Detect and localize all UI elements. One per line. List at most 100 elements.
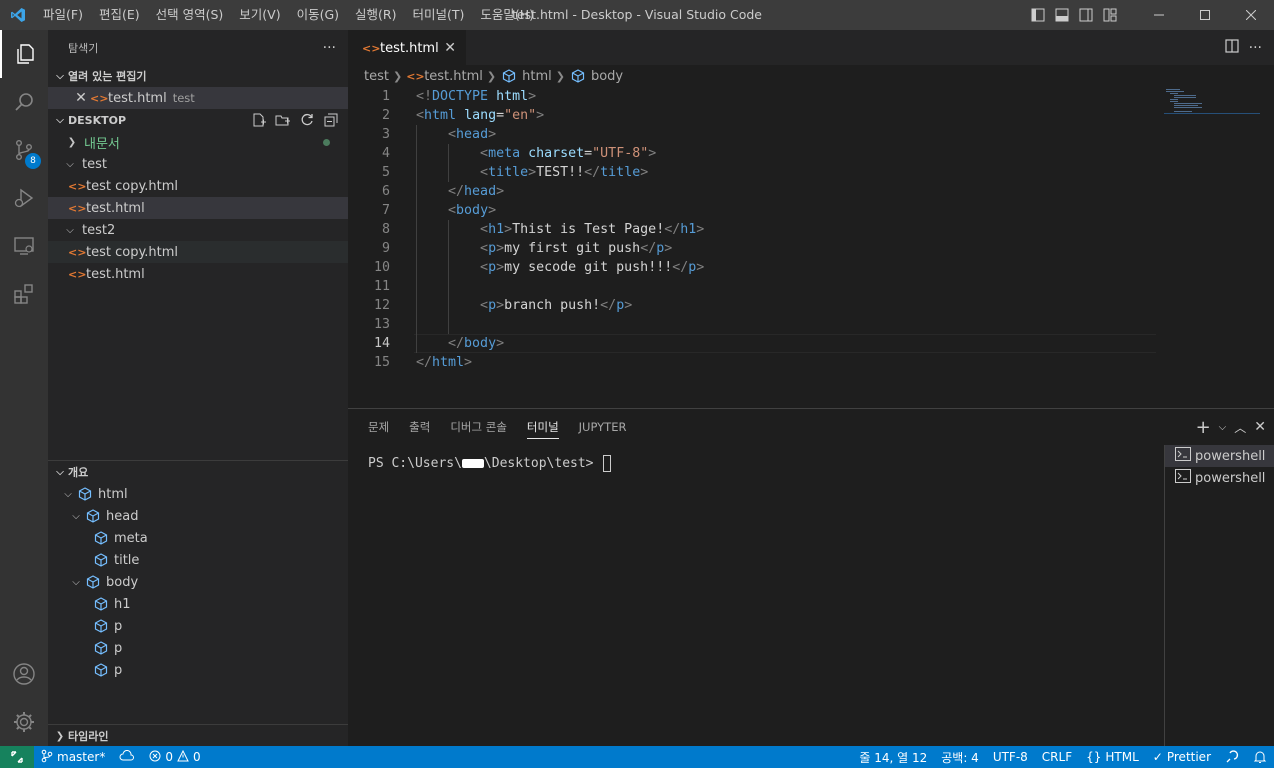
code-line[interactable]: 4 <meta charset="UTF-8"> bbox=[348, 144, 1148, 163]
tab-debug-console[interactable]: 디버그 콘솔 bbox=[440, 409, 517, 445]
code-line[interactable]: 11 bbox=[348, 277, 1148, 296]
menu-terminal[interactable]: 터미널(T) bbox=[405, 0, 473, 30]
indentation[interactable]: 공백: 4 bbox=[934, 746, 986, 768]
outline-item[interactable]: meta bbox=[48, 527, 348, 549]
new-folder-icon[interactable] bbox=[274, 111, 292, 129]
code-line[interactable]: 2 <html lang="en"> bbox=[348, 106, 1148, 125]
breadcrumb-item[interactable]: test bbox=[364, 69, 389, 84]
outline-item[interactable]: ⌵ body bbox=[48, 571, 348, 593]
close-window-icon[interactable] bbox=[1228, 0, 1274, 30]
tree-item-file[interactable]: <> test copy.html bbox=[48, 175, 348, 197]
code-line[interactable]: 7 <body> bbox=[348, 201, 1148, 220]
code-line[interactable]: 10 <p>my secode git push!!!</p> bbox=[348, 258, 1148, 277]
menu-edit[interactable]: 편집(E) bbox=[91, 0, 148, 30]
code-line[interactable]: 6 </head> bbox=[348, 182, 1148, 201]
tree-item-folder[interactable]: ❯ 내문서 bbox=[48, 131, 348, 153]
outline-item[interactable]: p bbox=[48, 659, 348, 681]
language-mode[interactable]: {} HTML bbox=[1079, 746, 1146, 768]
code-line[interactable]: 12 <p>branch push!</p> bbox=[348, 296, 1148, 315]
workspace-header[interactable]: ⌵ DESKTOP bbox=[48, 109, 348, 131]
tree-item-folder[interactable]: ⌵ test bbox=[48, 153, 348, 175]
toggle-secondary-sidebar-icon[interactable] bbox=[1074, 0, 1098, 30]
breadcrumb-item[interactable]: test.html bbox=[424, 69, 483, 84]
new-file-icon[interactable] bbox=[250, 111, 268, 129]
terminal-instance[interactable]: powershell bbox=[1165, 467, 1274, 489]
code-line[interactable]: 8 <h1>Thist is Test Page!</h1> bbox=[348, 220, 1148, 239]
breadcrumb-item[interactable]: body bbox=[591, 69, 623, 84]
split-editor-icon[interactable] bbox=[1225, 38, 1239, 57]
maximize-panel-icon[interactable]: ︿ bbox=[1234, 419, 1246, 436]
cursor-position[interactable]: 줄 14, 열 12 bbox=[852, 746, 934, 768]
editor-tab-test-html[interactable]: <> test.html ✕ bbox=[348, 30, 466, 65]
end-of-line[interactable]: CRLF bbox=[1035, 746, 1079, 768]
outline-item[interactable]: ⌵ html bbox=[48, 483, 348, 505]
collapse-all-icon[interactable] bbox=[322, 111, 340, 129]
tab-problems[interactable]: 문제 bbox=[358, 409, 399, 445]
menu-view[interactable]: 보기(V) bbox=[231, 0, 288, 30]
tab-terminal[interactable]: 터미널 bbox=[517, 409, 569, 445]
menu-go[interactable]: 이동(G) bbox=[289, 0, 347, 30]
customize-layout-icon[interactable] bbox=[1098, 0, 1122, 30]
maximize-icon[interactable] bbox=[1182, 0, 1228, 30]
tree-item-folder[interactable]: ⌵ test2 bbox=[48, 219, 348, 241]
new-terminal-icon[interactable]: + bbox=[1196, 417, 1211, 438]
toggle-sidebar-icon[interactable] bbox=[1026, 0, 1050, 30]
code-line[interactable]: 1 <!DOCTYPE html> bbox=[348, 87, 1148, 106]
minimize-icon[interactable] bbox=[1136, 0, 1182, 30]
source-control-icon[interactable]: 8 bbox=[0, 126, 48, 174]
encoding[interactable]: UTF-8 bbox=[986, 746, 1035, 768]
close-panel-icon[interactable]: ✕ bbox=[1254, 419, 1266, 435]
tree-item-file[interactable]: <> test.html bbox=[48, 197, 348, 219]
code-line[interactable]: 5 <title>TEST!!</title> bbox=[348, 163, 1148, 182]
sync-status[interactable] bbox=[112, 746, 142, 768]
menu-selection[interactable]: 선택 영역(S) bbox=[148, 0, 232, 30]
menu-help[interactable]: 도움말(H) bbox=[472, 0, 542, 30]
outline-header[interactable]: ⌵ 개요 bbox=[48, 461, 348, 483]
problems-status[interactable]: 0 0 bbox=[142, 746, 207, 768]
tree-item-file[interactable]: <> test.html bbox=[48, 263, 348, 285]
timeline-section: ❯ 타임라인 bbox=[48, 724, 348, 747]
code-line[interactable]: 3 <head> bbox=[348, 125, 1148, 144]
code-line[interactable]: 9 <p>my first git push</p> bbox=[348, 239, 1148, 258]
more-actions-icon[interactable]: ··· bbox=[323, 40, 336, 56]
branch-status[interactable]: master* bbox=[34, 746, 112, 768]
tree-item-file[interactable]: <> test copy.html bbox=[48, 241, 348, 263]
open-editor-item[interactable]: ✕ <> test.html test bbox=[48, 87, 348, 109]
close-tab-icon[interactable]: ✕ bbox=[444, 40, 456, 56]
search-icon[interactable] bbox=[0, 78, 48, 126]
remote-explorer-icon[interactable] bbox=[0, 222, 48, 270]
menu-run[interactable]: 실행(R) bbox=[347, 0, 404, 30]
code-line[interactable]: 14 </body> bbox=[348, 334, 1148, 353]
close-editor-icon[interactable]: ✕ bbox=[72, 90, 90, 106]
terminal-output[interactable]: PS C:\Users\ \Desktop\test> bbox=[368, 455, 612, 472]
code-line[interactable]: 13 bbox=[348, 315, 1148, 334]
code-line[interactable]: 15 </html> bbox=[348, 353, 1148, 372]
tab-jupyter[interactable]: JUPYTER bbox=[569, 409, 637, 445]
symbol-field-icon bbox=[92, 663, 110, 677]
outline-item[interactable]: ⌵ head bbox=[48, 505, 348, 527]
tab-output[interactable]: 출력 bbox=[399, 409, 440, 445]
run-debug-icon[interactable] bbox=[0, 174, 48, 222]
toggle-panel-icon[interactable] bbox=[1050, 0, 1074, 30]
prettier-status[interactable]: ✓ Prettier bbox=[1146, 746, 1218, 768]
extensions-icon[interactable] bbox=[0, 270, 48, 318]
notifications-bell-icon[interactable] bbox=[1246, 746, 1274, 768]
outline-item[interactable]: p bbox=[48, 615, 348, 637]
editor-more-icon[interactable]: ··· bbox=[1249, 40, 1262, 56]
open-editors-header[interactable]: ⌵ 열려 있는 편집기 bbox=[48, 65, 348, 87]
outline-item[interactable]: h1 bbox=[48, 593, 348, 615]
outline-item[interactable]: p bbox=[48, 637, 348, 659]
timeline-header[interactable]: ❯ 타임라인 bbox=[48, 725, 348, 747]
menu-file[interactable]: 파일(F) bbox=[35, 0, 91, 30]
chevron-down-icon[interactable]: ⌵ bbox=[1219, 422, 1227, 433]
settings-gear-icon[interactable] bbox=[0, 698, 48, 746]
feedback-icon[interactable] bbox=[1218, 746, 1246, 768]
breadcrumb-item[interactable]: html bbox=[522, 69, 552, 84]
refresh-icon[interactable] bbox=[298, 111, 316, 129]
minimap[interactable] bbox=[1164, 87, 1260, 127]
remote-indicator-icon[interactable] bbox=[0, 746, 34, 768]
terminal-instance[interactable]: powershell bbox=[1165, 445, 1274, 467]
explorer-icon[interactable] bbox=[0, 30, 48, 78]
outline-item[interactable]: title bbox=[48, 549, 348, 571]
accounts-icon[interactable] bbox=[0, 650, 48, 698]
